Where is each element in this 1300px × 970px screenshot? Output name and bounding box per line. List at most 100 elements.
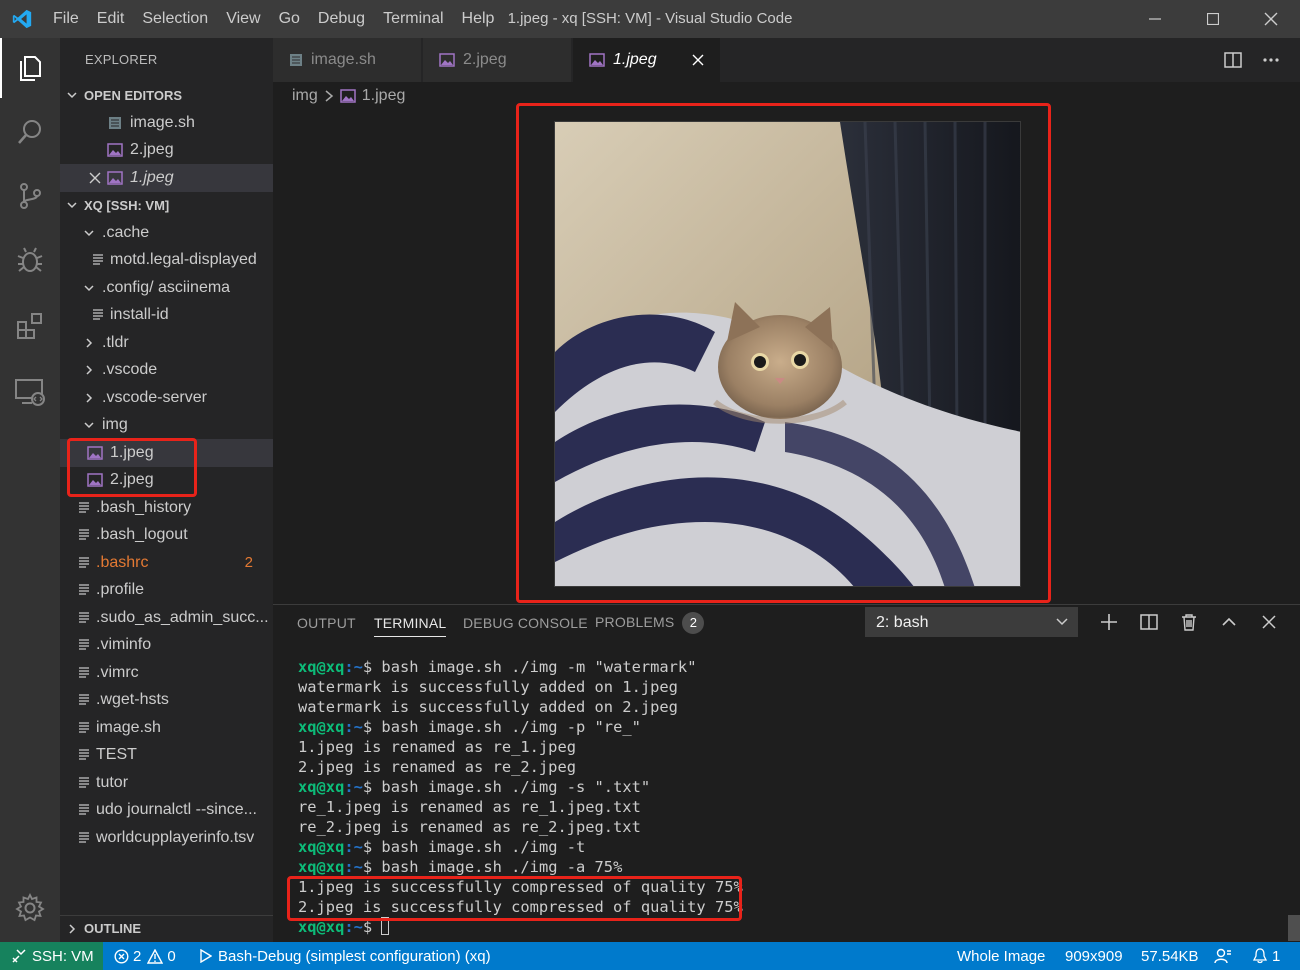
tree-item-label: install-id [110,306,169,324]
file-lines-icon [78,526,90,544]
tree-item-label: .vscode-server [102,388,207,406]
tree-folder[interactable]: .vscode [60,357,273,385]
tree-file[interactable]: .sudo_as_admin_succ... [60,604,273,632]
file-lines-icon [106,114,124,132]
tree-file[interactable]: motd.legal-displayed [60,247,273,275]
menu-selection[interactable]: Selection [133,0,217,38]
close-panel-icon[interactable] [1249,605,1289,639]
command-text: $ bash image.sh ./img -a 75% [362,858,623,876]
split-editor-icon[interactable] [1214,41,1252,79]
minimize-button[interactable] [1126,0,1184,38]
chevron-down-icon [80,227,98,239]
tree-folder[interactable]: .config / asciinema [60,274,273,302]
feedback-icon[interactable] [1214,942,1232,970]
open-editor-item[interactable]: 2.jpeg [60,137,273,165]
tree-file[interactable]: udo journalctl --since... [60,797,273,825]
remote-indicator[interactable]: SSH: VM [0,942,103,970]
tab-terminal[interactable]: TERMINAL [374,615,447,637]
terminal-output[interactable]: xq@xq:~$ bash image.sh ./img -m "waterma… [298,657,1288,937]
file-lines-icon [78,719,90,737]
new-terminal-icon[interactable] [1089,605,1129,639]
remote-label: SSH: VM [32,947,94,965]
tree-file[interactable]: TEST [60,742,273,770]
command-text: $ bash image.sh ./img -t [362,838,586,856]
maximize-button[interactable] [1184,0,1242,38]
tab-1-jpeg[interactable]: 1.jpeg [573,38,721,82]
prompt-path: :~ [344,718,363,736]
source-control-icon[interactable] [0,166,60,226]
tree-file[interactable]: .bash_history [60,494,273,522]
terminal-command-line: xq@xq:~$ bash image.sh ./img -m "waterma… [298,657,1288,677]
tree-file[interactable]: install-id [60,302,273,330]
terminal-output-line: watermark is successfully added on 2.jpe… [298,697,1288,717]
terminal-scrollbar[interactable] [1288,915,1300,941]
breadcrumb-file[interactable]: 1.jpeg [362,87,406,105]
image-size-status: 57.54KB [1141,947,1199,965]
tree-file[interactable]: 2.jpeg [60,467,273,495]
debug-config-status[interactable]: Bash-Debug (simplest configuration) (xq) [200,942,491,970]
chevron-right-icon [80,364,98,376]
image-icon [106,169,124,187]
open-editor-item-active[interactable]: 1.jpeg [60,164,273,192]
tree-file[interactable]: tutor [60,769,273,797]
open-editors-header[interactable]: OPEN EDITORS [60,82,273,108]
tree-folder[interactable]: img [60,412,273,440]
trash-icon[interactable] [1169,605,1209,639]
notifications-status[interactable]: 1 [1253,942,1280,970]
workspace-header[interactable]: XQ [SSH: VM] [60,192,273,218]
close-icon[interactable] [86,169,104,187]
problems-status[interactable]: 2 0 [114,942,176,970]
tree-file[interactable]: .viminfo [60,632,273,660]
image-preview[interactable] [554,121,1021,587]
tree-file[interactable]: worldcupplayerinfo.tsv [60,824,273,852]
terminal-command-line: xq@xq:~$ bash image.sh ./img -s ".txt" [298,777,1288,797]
close-icon[interactable] [688,50,708,70]
terminal-select[interactable]: 2: bash [865,607,1078,637]
tab-image-sh[interactable]: image.sh [273,38,422,82]
search-icon[interactable] [0,102,60,162]
close-window-button[interactable] [1242,0,1300,38]
chevron-up-icon[interactable] [1209,605,1249,639]
breadcrumb-folder[interactable]: img [292,87,318,105]
tree-item-label: motd.legal-displayed [110,251,257,269]
tree-folder[interactable]: .tldr [60,329,273,357]
tree-item-label: udo journalctl --since... [96,801,257,819]
tree-folder[interactable]: .vscode-server [60,384,273,412]
menu-bar: File Edit Selection View Go Debug Terminal Help [44,0,503,38]
explorer-icon[interactable] [0,38,60,98]
menu-go[interactable]: Go [270,0,309,38]
tab-problems[interactable]: PROBLEMS 2 [595,612,705,634]
menu-file[interactable]: File [44,0,88,38]
menu-view[interactable]: View [217,0,269,38]
tree-folder[interactable]: .cache [60,219,273,247]
menu-terminal[interactable]: Terminal [374,0,452,38]
debug-icon[interactable] [0,230,60,290]
file-lines-icon [78,609,90,627]
tree-item-label: TEST [96,746,137,764]
tree-item-label: .wget-hsts [96,691,169,709]
file-lines-icon [78,746,90,764]
tree-file[interactable]: .bash_logout [60,522,273,550]
tab-debug-console[interactable]: DEBUG CONSOLE [463,615,588,631]
gear-icon[interactable] [0,878,60,938]
tree-file[interactable]: .vimrc [60,659,273,687]
remote-explorer-icon[interactable] [0,362,60,422]
terminal-command-line: xq@xq:~$ bash image.sh ./img -p "re_" [298,717,1288,737]
outline-header[interactable]: OUTLINE [60,915,273,941]
tree-file[interactable]: 1.jpeg [60,439,273,467]
image-mode-status[interactable]: Whole Image [957,942,1045,970]
menu-debug[interactable]: Debug [309,0,374,38]
open-editor-item[interactable]: image.sh [60,109,273,137]
file-lines-icon [78,581,90,599]
tab-output[interactable]: OUTPUT [297,615,356,631]
more-actions-icon[interactable] [1252,41,1290,79]
tree-file[interactable]: .wget-hsts [60,687,273,715]
tree-file[interactable]: .bashrc 2 [60,549,273,577]
menu-help[interactable]: Help [453,0,504,38]
split-terminal-icon[interactable] [1129,605,1169,639]
tree-file[interactable]: .profile [60,577,273,605]
tree-file[interactable]: image.sh [60,714,273,742]
tab-2-jpeg[interactable]: 2.jpeg [423,38,572,82]
menu-edit[interactable]: Edit [88,0,134,38]
extensions-icon[interactable] [0,296,60,356]
